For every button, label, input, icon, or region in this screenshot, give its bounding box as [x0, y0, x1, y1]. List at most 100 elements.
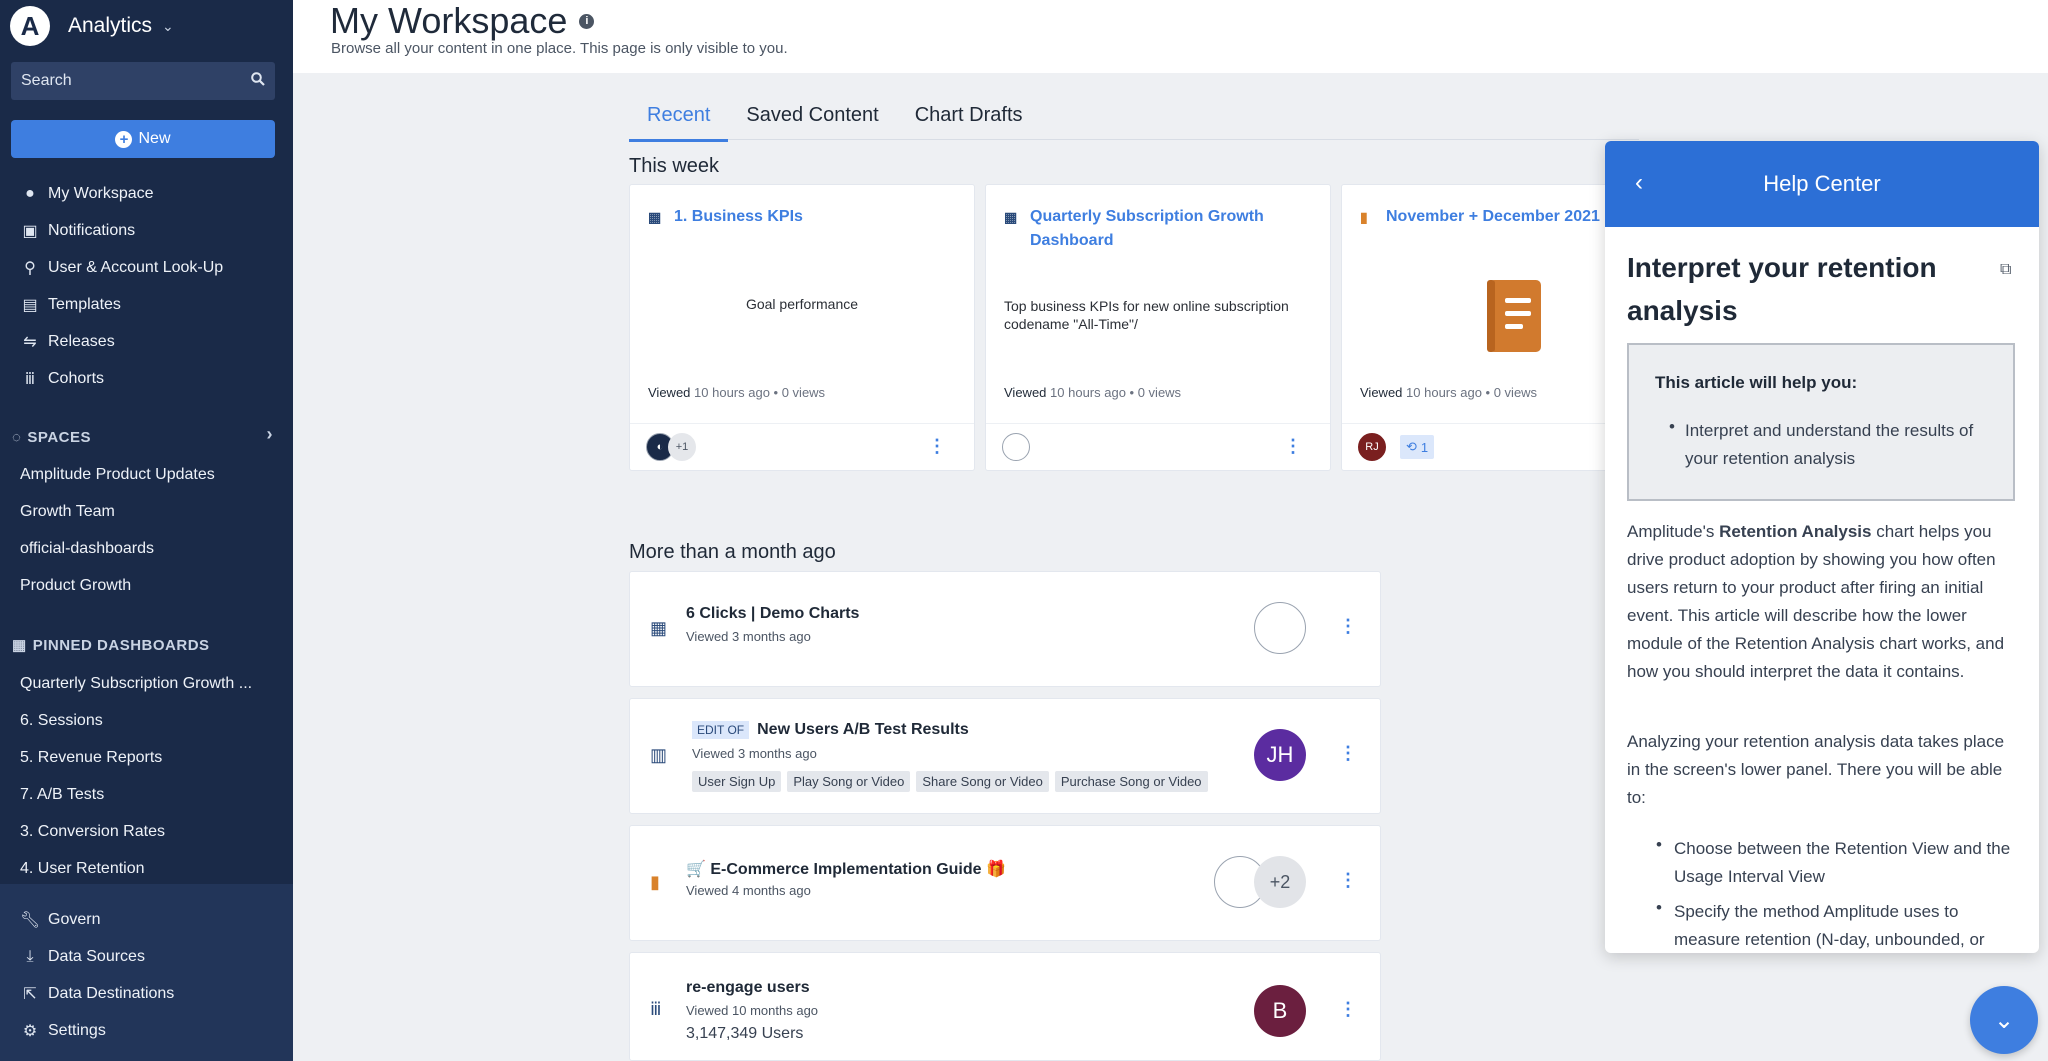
event-chip: Play Song or Video — [787, 771, 911, 792]
cohorts-icon: ⅲ — [24, 371, 36, 388]
content-card[interactable]: ▦ 1. Business KPIs Goal performance View… — [629, 184, 975, 471]
list-item[interactable]: ▦ 6 Clicks | Demo Charts Viewed 3 months… — [629, 571, 1381, 687]
dashboard-icon: ▦ — [12, 637, 27, 654]
avatar-overflow: +2 — [1254, 856, 1306, 908]
new-button[interactable]: + New — [11, 120, 275, 158]
space-item[interactable]: Product Growth — [20, 572, 131, 600]
sidebar-item-data-destinations[interactable]: ⇱ Data Destinations — [20, 979, 174, 1009]
sidebar-item-label: Cohorts — [48, 370, 105, 387]
sidebar-item-cohorts[interactable]: ⅲ Cohorts — [20, 364, 104, 394]
event-chip: Purchase Song or Video — [1054, 771, 1208, 792]
sidebar-item-label: Data Destinations — [48, 985, 175, 1002]
sidebar-item-govern[interactable]: 🔧︎ Govern — [20, 905, 101, 935]
list-item[interactable]: ▮ 🛒 E-Commerce Implementation Guide 🎁 Vi… — [629, 825, 1381, 941]
row-title[interactable]: EDIT OF New Users A/B Test Results — [692, 721, 969, 739]
info-icon[interactable]: i — [579, 13, 595, 29]
row-title[interactable]: re-engage users — [686, 979, 810, 997]
person-icon: ● — [25, 185, 35, 202]
pinned-item[interactable]: 5. Revenue Reports — [20, 744, 162, 772]
pinned-item[interactable]: 3. Conversion Rates — [20, 818, 165, 846]
card-footer: ⋮ — [986, 423, 1330, 471]
row-viewed: Viewed 3 months ago — [692, 746, 817, 761]
pinned-item[interactable]: Quarterly Subscription Growth ... — [20, 670, 252, 698]
sidebar-item-user-lookup[interactable]: ⚲ User & Account Look-Up — [20, 253, 223, 283]
dashboard-icon: ▦ — [650, 618, 668, 638]
pinned-label: PINNED DASHBOARDS — [32, 636, 210, 654]
help-center-panel: ‹ Help Center Interpret your retention a… — [1605, 141, 2039, 953]
edit-of-badge: EDIT OF — [692, 721, 750, 739]
inbox-icon: ▣ — [22, 223, 38, 240]
article-title: Interpret your retention analysis — [1627, 252, 1937, 326]
sidebar-item-templates[interactable]: ▤ Templates — [20, 290, 121, 320]
sidebar-item-notifications[interactable]: ▣ Notifications — [20, 216, 135, 246]
event-chip: User Sign Up — [692, 771, 782, 792]
card-title[interactable]: Quarterly Subscription Growth Dashboard — [1030, 205, 1320, 253]
card-title[interactable]: 1. Business KPIs — [674, 205, 803, 229]
tab-chart-drafts[interactable]: Chart Drafts — [897, 100, 1041, 142]
sidebar-item-label: Data Sources — [48, 948, 145, 965]
tab-recent[interactable]: Recent — [629, 100, 729, 142]
summary-item: Interpret and understand the results of … — [1685, 421, 1974, 468]
pinned-header: ▦ PINNED DASHBOARDS — [12, 632, 210, 658]
chevron-down-icon: ⌄ — [1993, 1006, 2015, 1034]
more-options-icon[interactable]: ⋮ — [928, 436, 946, 457]
row-viewed: Viewed 3 months ago — [686, 629, 811, 644]
sidebar-item-label: Templates — [48, 296, 121, 313]
section-older: More than a month ago — [629, 541, 836, 563]
notebook-icon: ▮ — [650, 872, 660, 892]
plus-icon: + — [115, 130, 133, 148]
cohort-size: 3,147,349 Users — [686, 1025, 804, 1042]
row-title[interactable]: 6 Clicks | Demo Charts — [686, 605, 859, 623]
card-viewed: Viewed 10 hours ago • 0 views — [648, 385, 826, 400]
help-center-header: ‹ Help Center — [1605, 141, 2039, 227]
sidebar-item-label: My Workspace — [48, 185, 154, 202]
cohorts-icon: ⅲ — [650, 999, 662, 1019]
search-input[interactable]: Search — [11, 62, 275, 100]
gear-icon: ⚙ — [22, 1023, 38, 1040]
card-description: Goal performance — [745, 296, 859, 312]
page-header: My Workspace i Browse all your content i… — [293, 0, 2048, 73]
pinned-item[interactable]: 6. Sessions — [20, 707, 103, 735]
pinned-item[interactable]: 7. A/B Tests — [20, 781, 104, 809]
app-switcher[interactable]: A Analytics ⌄ — [10, 5, 174, 47]
linked-count-badge: ⟲ 1 — [1400, 435, 1435, 459]
pinned-item[interactable]: 4. User Retention — [20, 855, 145, 883]
more-options-icon[interactable]: ⋮ — [1339, 616, 1357, 637]
sidebar-item-label: Releases — [48, 333, 115, 350]
sidebar-item-settings[interactable]: ⚙ Settings — [20, 1016, 106, 1046]
article-paragraph: Analyzing your retention analysis data t… — [1627, 732, 2005, 807]
card-viewed: Viewed 10 hours ago • 0 views — [1004, 385, 1182, 400]
list-item[interactable]: ⅲ re-engage users Viewed 10 months ago 3… — [629, 952, 1381, 1061]
tab-saved-content[interactable]: Saved Content — [728, 100, 896, 142]
dashboard-icon: ▦ — [648, 209, 662, 225]
export-icon: ⇱ — [23, 986, 37, 1003]
sidebar-item-data-sources[interactable]: ⤓ Data Sources — [20, 942, 145, 972]
download-icon: ⤓ — [26, 948, 34, 965]
notebook-icon — [1485, 278, 1543, 359]
spaces-label: SPACES — [27, 428, 91, 446]
chevron-down-icon: ⌄ — [162, 17, 174, 34]
link-icon: ⟲ — [1406, 439, 1417, 454]
sidebar-item-releases[interactable]: ⇋ Releases — [20, 327, 115, 357]
bullet-icon: • — [1656, 835, 1662, 854]
more-options-icon[interactable]: ⋮ — [1339, 999, 1357, 1020]
article-summary-box: This article will help you: • Interpret … — [1627, 343, 2015, 501]
article-list-item: Specify the method Amplitude uses to mea… — [1674, 902, 1985, 949]
space-item[interactable]: Amplitude Product Updates — [20, 461, 215, 489]
content-card[interactable]: ▦ Quarterly Subscription Growth Dashboar… — [985, 184, 1331, 471]
help-toggle-button[interactable]: ⌄ — [1970, 986, 2038, 1054]
space-item[interactable]: Growth Team — [20, 498, 115, 526]
spaces-header[interactable]: ◌ SPACES › — [12, 424, 293, 450]
external-link-icon[interactable]: ⧉ — [2000, 261, 2011, 279]
more-options-icon[interactable]: ⋮ — [1339, 870, 1357, 891]
dashboard-icon: ▦ — [1004, 209, 1018, 225]
spaces-icon: ◌ — [12, 428, 22, 446]
releases-icon: ⇋ — [23, 334, 37, 351]
list-item[interactable]: ▥ EDIT OF New Users A/B Test Results View… — [629, 698, 1381, 814]
space-item[interactable]: official-dashboards — [20, 535, 154, 563]
sidebar-item-my-workspace[interactable]: ● My Workspace — [20, 179, 154, 209]
row-title[interactable]: 🛒 E-Commerce Implementation Guide 🎁 — [686, 859, 1006, 879]
more-options-icon[interactable]: ⋮ — [1284, 436, 1302, 457]
sidebar-item-label: Notifications — [48, 222, 136, 239]
more-options-icon[interactable]: ⋮ — [1339, 743, 1357, 764]
